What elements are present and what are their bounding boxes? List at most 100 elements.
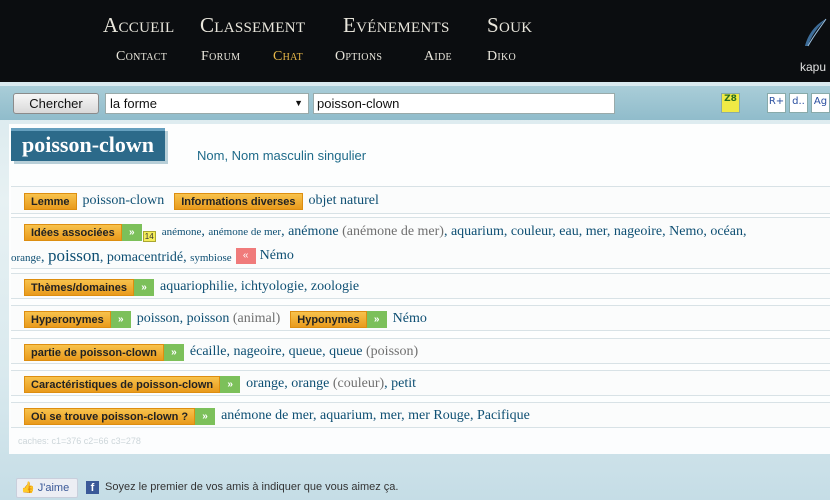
word-link[interactable]: nageoire bbox=[233, 344, 281, 359]
top-navigation: Accueil Classement Evénements Souk Conta… bbox=[0, 0, 830, 82]
user-name[interactable]: kapu bbox=[800, 60, 826, 74]
word-link[interactable]: couleur bbox=[511, 224, 552, 239]
word-link[interactable]: orange bbox=[291, 376, 329, 391]
facebook-icon: f bbox=[86, 481, 99, 494]
word-link[interactable]: Némo bbox=[260, 248, 294, 263]
word-link[interactable]: petit bbox=[391, 376, 416, 391]
tag-informations-diverses[interactable]: Informations diverses bbox=[174, 192, 303, 210]
expand-arrow-icon[interactable]: » bbox=[366, 310, 387, 328]
separator: , bbox=[606, 224, 614, 239]
nav-classement[interactable]: Classement bbox=[200, 13, 305, 38]
word-link[interactable]: objet naturel bbox=[309, 193, 379, 208]
relation-row-lemme: Lemme poisson-clown Informations diverse… bbox=[11, 186, 830, 214]
nav-accueil[interactable]: Accueil bbox=[103, 13, 174, 38]
idees-line-2: orange, poisson, pomacentridé, symbiose bbox=[11, 246, 232, 266]
expand-arrow-icon[interactable]: » bbox=[220, 375, 241, 393]
qualifier: (poisson) bbox=[366, 344, 419, 359]
word-link[interactable]: anémone bbox=[162, 226, 202, 238]
tag-caracteristiques[interactable]: Caractéristiques de poisson-clown bbox=[24, 375, 221, 393]
expand-arrow-icon[interactable]: » bbox=[121, 223, 142, 241]
word-link[interactable]: zoologie bbox=[311, 279, 359, 294]
nav-chat[interactable]: Chat bbox=[273, 49, 303, 65]
relation-row-hyperonymes: Hyperonymes » poisson, poisson (animal) … bbox=[11, 305, 830, 331]
relation-row-idees: Idées associées » 14 anémone, anémone de… bbox=[11, 217, 830, 269]
relation-row-themes: Thèmes/domaines » aquariophilie, ichtyol… bbox=[11, 273, 830, 299]
separator: , bbox=[99, 250, 107, 265]
tag-idees-associees[interactable]: Idées associées bbox=[24, 223, 122, 241]
cache-stats: caches: c1=376 c2=66 c3=278 bbox=[18, 436, 141, 446]
word-link[interactable]: anémone de mer bbox=[208, 226, 281, 238]
separator: , bbox=[40, 250, 48, 265]
expand-arrow-icon[interactable]: » bbox=[163, 343, 184, 361]
part-of-speech: Nom, Nom masculin singulier bbox=[197, 148, 367, 163]
tool-d-button[interactable]: d.. bbox=[789, 93, 808, 113]
search-input[interactable]: poisson-clown bbox=[313, 93, 615, 114]
word-link[interactable]: ichtyologie bbox=[241, 279, 304, 294]
word-link[interactable]: écaille bbox=[190, 344, 227, 359]
separator: , bbox=[743, 224, 747, 239]
word-link[interactable]: Pacifique bbox=[477, 408, 530, 423]
like-button[interactable]: 👍 J'aime bbox=[16, 478, 78, 498]
tag-partie-de[interactable]: partie de poisson-clown bbox=[24, 343, 164, 361]
word-link[interactable]: mer Rouge bbox=[408, 408, 470, 423]
dropdown-arrow-icon: ▼ bbox=[294, 98, 303, 108]
word-link[interactable]: aquarium bbox=[451, 224, 504, 239]
tag-hyponymes[interactable]: Hyponymes bbox=[290, 310, 367, 328]
thumbs-up-icon: 👍 bbox=[21, 482, 35, 494]
separator: , bbox=[578, 224, 586, 239]
entry-title: poisson-clown bbox=[11, 128, 166, 161]
tag-hyperonymes[interactable]: Hyperonymes bbox=[24, 310, 111, 328]
word-link[interactable]: poisson bbox=[137, 311, 180, 326]
count-badge: 14 bbox=[142, 230, 156, 242]
nav-forum[interactable]: Forum bbox=[201, 49, 240, 65]
word-link[interactable]: eau bbox=[559, 224, 578, 239]
search-mode-select[interactable]: la forme ▼ bbox=[105, 93, 309, 114]
tool-letters-button[interactable]: Z8 bbox=[721, 93, 740, 113]
nav-diko[interactable]: Diko bbox=[487, 49, 516, 65]
search-button[interactable]: Chercher bbox=[13, 93, 99, 114]
word-link[interactable]: poisson-clown bbox=[83, 193, 165, 208]
relation-row-ou-se-trouve: Où se trouve poisson-clown ? » anémone d… bbox=[11, 402, 830, 428]
word-link[interactable]: pomacentridé bbox=[107, 250, 183, 265]
separator: , bbox=[503, 224, 511, 239]
word-link[interactable]: poisson bbox=[48, 246, 100, 265]
word-link[interactable]: symbiose bbox=[190, 252, 232, 264]
nav-aide[interactable]: Aide bbox=[424, 49, 452, 65]
tool-ag-button[interactable]: Ag bbox=[811, 93, 830, 113]
expand-arrow-icon[interactable]: » bbox=[195, 407, 216, 425]
word-link[interactable]: nageoire bbox=[614, 224, 662, 239]
expand-arrow-icon[interactable]: » bbox=[133, 278, 154, 296]
word-link[interactable]: Nemo bbox=[669, 224, 703, 239]
qualifier: (animal) bbox=[232, 311, 281, 326]
nav-souk[interactable]: Souk bbox=[487, 13, 532, 38]
tag-themes-domaines[interactable]: Thèmes/domaines bbox=[24, 278, 134, 296]
nav-evenements[interactable]: Evénements bbox=[343, 13, 450, 38]
idees-line-1: anémone, anémone de mer, anémone (anémon… bbox=[162, 224, 747, 240]
expand-arrow-icon[interactable]: » bbox=[110, 310, 131, 328]
search-bar: Chercher la forme ▼ poisson-clown Z8 R+ … bbox=[0, 86, 830, 120]
entry-panel: poisson-clown Nom, Nom masculin singulie… bbox=[9, 124, 830, 454]
word-link[interactable]: orange bbox=[11, 252, 41, 264]
word-link[interactable]: aquariophilie bbox=[160, 279, 234, 294]
negative-relation-icon[interactable]: « bbox=[235, 248, 256, 264]
word-link[interactable]: orange bbox=[246, 376, 284, 391]
relation-row-partie: partie de poisson-clown » écaille, nageo… bbox=[11, 338, 830, 364]
word-link[interactable]: Némo bbox=[393, 311, 427, 326]
word-link[interactable]: mer bbox=[380, 408, 401, 423]
word-link[interactable]: mer bbox=[586, 224, 607, 239]
qualifier: (anémone de mer) bbox=[338, 224, 444, 239]
word-link[interactable]: queue bbox=[329, 344, 362, 359]
word-link[interactable]: océan bbox=[710, 224, 743, 239]
nav-contact[interactable]: Contact bbox=[116, 49, 167, 65]
tag-lemme[interactable]: Lemme bbox=[24, 192, 77, 210]
word-link[interactable]: queue bbox=[289, 344, 322, 359]
search-mode-value: la forme bbox=[110, 96, 157, 111]
nav-options[interactable]: Options bbox=[335, 49, 382, 65]
word-link[interactable]: anémone de mer bbox=[221, 408, 313, 423]
word-link[interactable]: poisson bbox=[187, 311, 230, 326]
tool-r-plus-button[interactable]: R+ bbox=[767, 93, 786, 113]
tag-ou-se-trouve[interactable]: Où se trouve poisson-clown ? bbox=[24, 407, 196, 425]
word-link[interactable]: aquarium bbox=[320, 408, 373, 423]
word-link[interactable]: anémone bbox=[288, 224, 339, 239]
relation-row-caracteristiques: Caractéristiques de poisson-clown » oran… bbox=[11, 370, 830, 396]
